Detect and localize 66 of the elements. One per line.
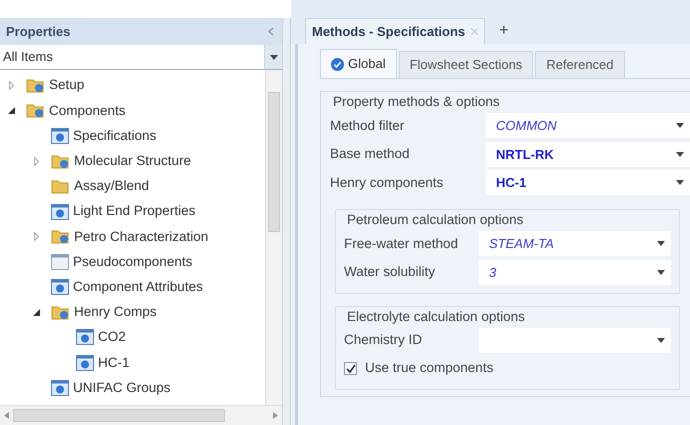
- expanded-arrow-icon[interactable]: [8, 107, 14, 114]
- scroll-left-icon[interactable]: [4, 412, 9, 419]
- close-icon[interactable]: [471, 28, 478, 35]
- checkbox[interactable]: [344, 362, 357, 375]
- field-label: Water solubility: [344, 263, 436, 282]
- field-label: Free-water method: [344, 234, 460, 253]
- folder-icon: [51, 154, 70, 169]
- dropdown-field[interactable]: [479, 328, 671, 353]
- folder-icon: [51, 178, 70, 194]
- panel-title: Properties: [6, 22, 70, 41]
- tree-item[interactable]: CO2: [98, 327, 126, 348]
- dropdown-field[interactable]: STEAM-TA: [479, 231, 671, 256]
- dropdown-arrow-icon[interactable]: [657, 241, 665, 246]
- tree-item[interactable]: Henry Comps: [74, 302, 157, 322]
- checkbox-label: Use true components: [365, 359, 494, 378]
- field-label: Base method: [330, 145, 411, 164]
- tree-item[interactable]: Pseudocomponents: [73, 252, 192, 272]
- horizontal-scrollbar[interactable]: [0, 405, 282, 425]
- filter-dropdown[interactable]: All Items: [0, 45, 282, 70]
- tree-item[interactable]: Component Attributes: [73, 276, 203, 298]
- tab[interactable]: Global: [320, 49, 397, 78]
- dropdown-field[interactable]: 3: [479, 260, 671, 285]
- tree-item[interactable]: UNIFAC Groups: [73, 378, 171, 398]
- tab[interactable]: Flowsheet Sections: [398, 51, 534, 78]
- scroll-right-icon[interactable]: [273, 412, 278, 419]
- field-label: Henry components: [330, 174, 444, 192]
- folder-icon: [51, 304, 70, 320]
- dropdown-arrow-icon[interactable]: [270, 54, 278, 60]
- form-icon: [76, 354, 94, 371]
- dropdown-arrow-icon[interactable]: [657, 270, 665, 275]
- collapsed-arrow-icon[interactable]: [8, 81, 14, 90]
- tree-item[interactable]: Specifications: [73, 126, 156, 146]
- dropdown-field[interactable]: HC-1: [486, 170, 690, 196]
- dropdown-arrow-icon[interactable]: [676, 180, 684, 186]
- field-label: Chemistry ID: [344, 331, 424, 350]
- dropdown-arrow-icon[interactable]: [676, 123, 684, 128]
- collapsed-arrow-icon[interactable]: [34, 156, 38, 166]
- tab[interactable]: Referenced: [535, 51, 625, 78]
- dropdown-arrow-icon[interactable]: [657, 338, 665, 343]
- collapse-icon[interactable]: [268, 27, 274, 36]
- new-tab-button[interactable]: +: [495, 19, 512, 43]
- dropdown-field[interactable]: NRTL-RK: [486, 142, 690, 167]
- form-icon: [51, 380, 69, 396]
- splitter[interactable]: [283, 18, 291, 425]
- tree-item[interactable]: Components: [49, 100, 126, 121]
- tree-item[interactable]: Assay/Blend: [74, 176, 150, 196]
- vertical-scrollbar[interactable]: [265, 70, 282, 405]
- folder-icon: [26, 103, 45, 118]
- tree-item[interactable]: HC-1: [98, 352, 130, 373]
- form-icon: [51, 128, 69, 144]
- tree-item[interactable]: Light End Properties: [73, 201, 196, 222]
- dropdown-field[interactable]: COMMON: [486, 113, 690, 138]
- form-icon: [51, 254, 69, 270]
- dropdown-arrow-icon[interactable]: [676, 152, 684, 157]
- document-tab[interactable]: Methods - Specifications: [305, 18, 486, 44]
- collapsed-arrow-icon[interactable]: [34, 232, 38, 242]
- folder-icon: [51, 229, 70, 244]
- expanded-arrow-icon[interactable]: [32, 308, 40, 316]
- tree-item[interactable]: Petro Characterization: [74, 226, 208, 247]
- form-icon: [51, 204, 69, 220]
- tree-item[interactable]: Molecular Structure: [74, 151, 192, 172]
- field-label: Method filter: [330, 116, 406, 135]
- tree-item[interactable]: Setup: [49, 75, 84, 96]
- form-icon: [51, 279, 69, 296]
- form-icon: [76, 329, 94, 346]
- folder-icon: [26, 78, 45, 94]
